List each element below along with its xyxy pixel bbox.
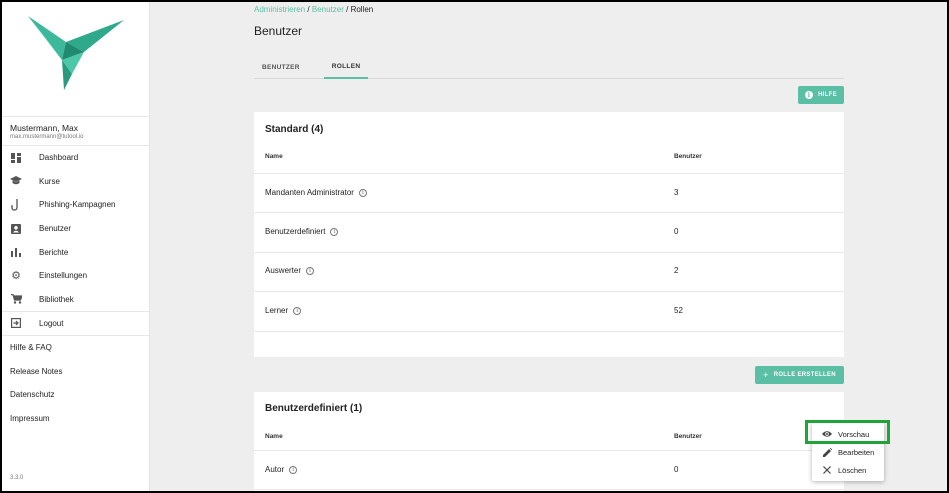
user-badge-icon: [10, 223, 22, 235]
link-datenschutz[interactable]: Datenschutz: [2, 383, 149, 407]
standard-roles-card: Standard (4) Name Benutzer Mandanten Adm…: [254, 112, 844, 357]
sidebar-item-label: Kurse: [39, 176, 60, 186]
dashboard-icon: [10, 152, 22, 164]
sidebar-item-berichte[interactable]: Berichte: [2, 240, 149, 264]
column-header-name: Name: [265, 153, 283, 160]
column-header-users: Benutzer: [674, 153, 702, 160]
sidebar-item-kurse[interactable]: Kurse: [2, 170, 149, 194]
info-icon[interactable]: i: [330, 227, 339, 236]
graduation-cap-icon: [10, 175, 22, 187]
preview-highlight-box: [805, 420, 890, 444]
gear-icon: ⚙: [11, 270, 21, 283]
link-impressum[interactable]: Impressum: [2, 407, 149, 431]
create-role-button[interactable]: + ROLLE ERSTELLEN: [755, 366, 844, 384]
bird-logo-icon: [27, 16, 124, 90]
sidebar-item-label: Phishing-Kampagnen: [39, 200, 116, 210]
role-name: Mandanten Administrator: [265, 188, 354, 197]
role-name: Lerner: [265, 306, 289, 315]
create-role-label: ROLLE ERSTELLEN: [773, 372, 836, 378]
table-header: Name Benutzer: [254, 153, 844, 169]
breadcrumb-separator: /: [346, 5, 349, 14]
table-row[interactable]: Benutzerdefiniert i 0: [254, 213, 844, 253]
cart-icon: [10, 293, 22, 305]
info-icon[interactable]: i: [306, 266, 315, 275]
card-title: Benutzerdefiniert (1): [265, 403, 363, 414]
help-button[interactable]: i HILFE: [798, 86, 844, 104]
role-name: Auswerter: [265, 266, 302, 275]
role-name: Autor: [265, 465, 285, 474]
breadcrumb-separator: /: [307, 5, 310, 14]
table-row[interactable]: Lerner i 52: [254, 292, 844, 332]
tab-benutzer[interactable]: BENUTZER: [254, 56, 308, 79]
sidebar-item-label: Benutzer: [39, 224, 72, 234]
page-title: Benutzer: [254, 24, 303, 38]
tab-rollen[interactable]: ROLLEN: [323, 56, 369, 79]
sidebar-item-bibliothek[interactable]: Bibliothek: [2, 288, 149, 312]
logout-button[interactable]: Logout: [2, 311, 149, 335]
role-user-count: 0: [674, 227, 679, 236]
user-info[interactable]: Mustermann, Max max.mustermann@tutool.io: [2, 117, 149, 146]
info-icon[interactable]: i: [293, 306, 302, 315]
fishhook-icon: [10, 198, 22, 211]
info-icon: i: [805, 91, 814, 99]
custom-roles-card: Benutzerdefiniert (1) Name Benutzer Auto…: [254, 392, 844, 491]
table-row[interactable]: Autor i 0: [254, 450, 844, 490]
sidebar: Mustermann, Max max.mustermann@tutool.io…: [2, 2, 150, 491]
card-title: Standard (4): [265, 124, 324, 135]
column-header-name: Name: [265, 433, 283, 440]
logout-label: Logout: [39, 318, 64, 328]
menu-item-delete[interactable]: Löschen: [812, 461, 884, 479]
logout-icon: [10, 317, 22, 329]
app-version: 3.3.0: [10, 475, 24, 481]
pencil-icon: [822, 447, 832, 457]
sidebar-item-label: Berichte: [39, 247, 69, 257]
sidebar-item-label: Bibliothek: [39, 294, 74, 304]
sidebar-item-phishing[interactable]: Phishing-Kampagnen: [2, 193, 149, 217]
role-user-count: 2: [674, 266, 679, 275]
link-hilfe-faq[interactable]: Hilfe & FAQ: [2, 336, 149, 360]
sidebar-item-label: Einstellungen: [39, 271, 88, 281]
breadcrumb: Administrieren / Benutzer / Rollen: [254, 5, 373, 14]
menu-item-label: Löschen: [838, 465, 867, 475]
table-row[interactable]: Mandanten Administrator i 3: [254, 173, 844, 213]
close-icon: [822, 465, 832, 475]
menu-item-label: Bearbeiten: [838, 447, 875, 457]
help-button-label: HILFE: [818, 92, 837, 98]
sidebar-item-dashboard[interactable]: Dashboard: [2, 146, 149, 170]
role-name: Benutzerdefiniert: [265, 227, 326, 236]
plus-icon: +: [763, 370, 769, 380]
link-release-notes[interactable]: Release Notes: [2, 359, 149, 383]
table-row[interactable]: Auswerter i 2: [254, 252, 844, 292]
table-header: Name Benutzer: [254, 433, 844, 449]
user-email: max.mustermann@tutool.io: [10, 134, 84, 140]
sidebar-item-benutzer[interactable]: Benutzer: [2, 217, 149, 241]
tab-bar: BENUTZER ROLLEN: [254, 56, 844, 79]
column-header-users: Benutzer: [674, 433, 702, 440]
info-icon[interactable]: i: [358, 188, 367, 197]
breadcrumb-current: Rollen: [350, 5, 374, 14]
sidebar-item-label: Dashboard: [39, 153, 79, 163]
sidebar-item-einstellungen[interactable]: ⚙ Einstellungen: [2, 264, 149, 288]
breadcrumb-benutzer[interactable]: Benutzer: [312, 5, 344, 14]
role-user-count: 0: [674, 465, 679, 474]
menu-item-edit[interactable]: Bearbeiten: [812, 443, 884, 461]
breadcrumb-administrieren[interactable]: Administrieren: [254, 5, 305, 14]
app-window: Mustermann, Max max.mustermann@tutool.io…: [2, 2, 947, 491]
role-user-count: 3: [674, 188, 679, 197]
logo[interactable]: [2, 2, 149, 117]
role-user-count: 52: [674, 306, 683, 315]
info-icon[interactable]: i: [289, 465, 298, 474]
bar-chart-icon: [10, 246, 22, 258]
user-name: Mustermann, Max: [10, 123, 79, 133]
